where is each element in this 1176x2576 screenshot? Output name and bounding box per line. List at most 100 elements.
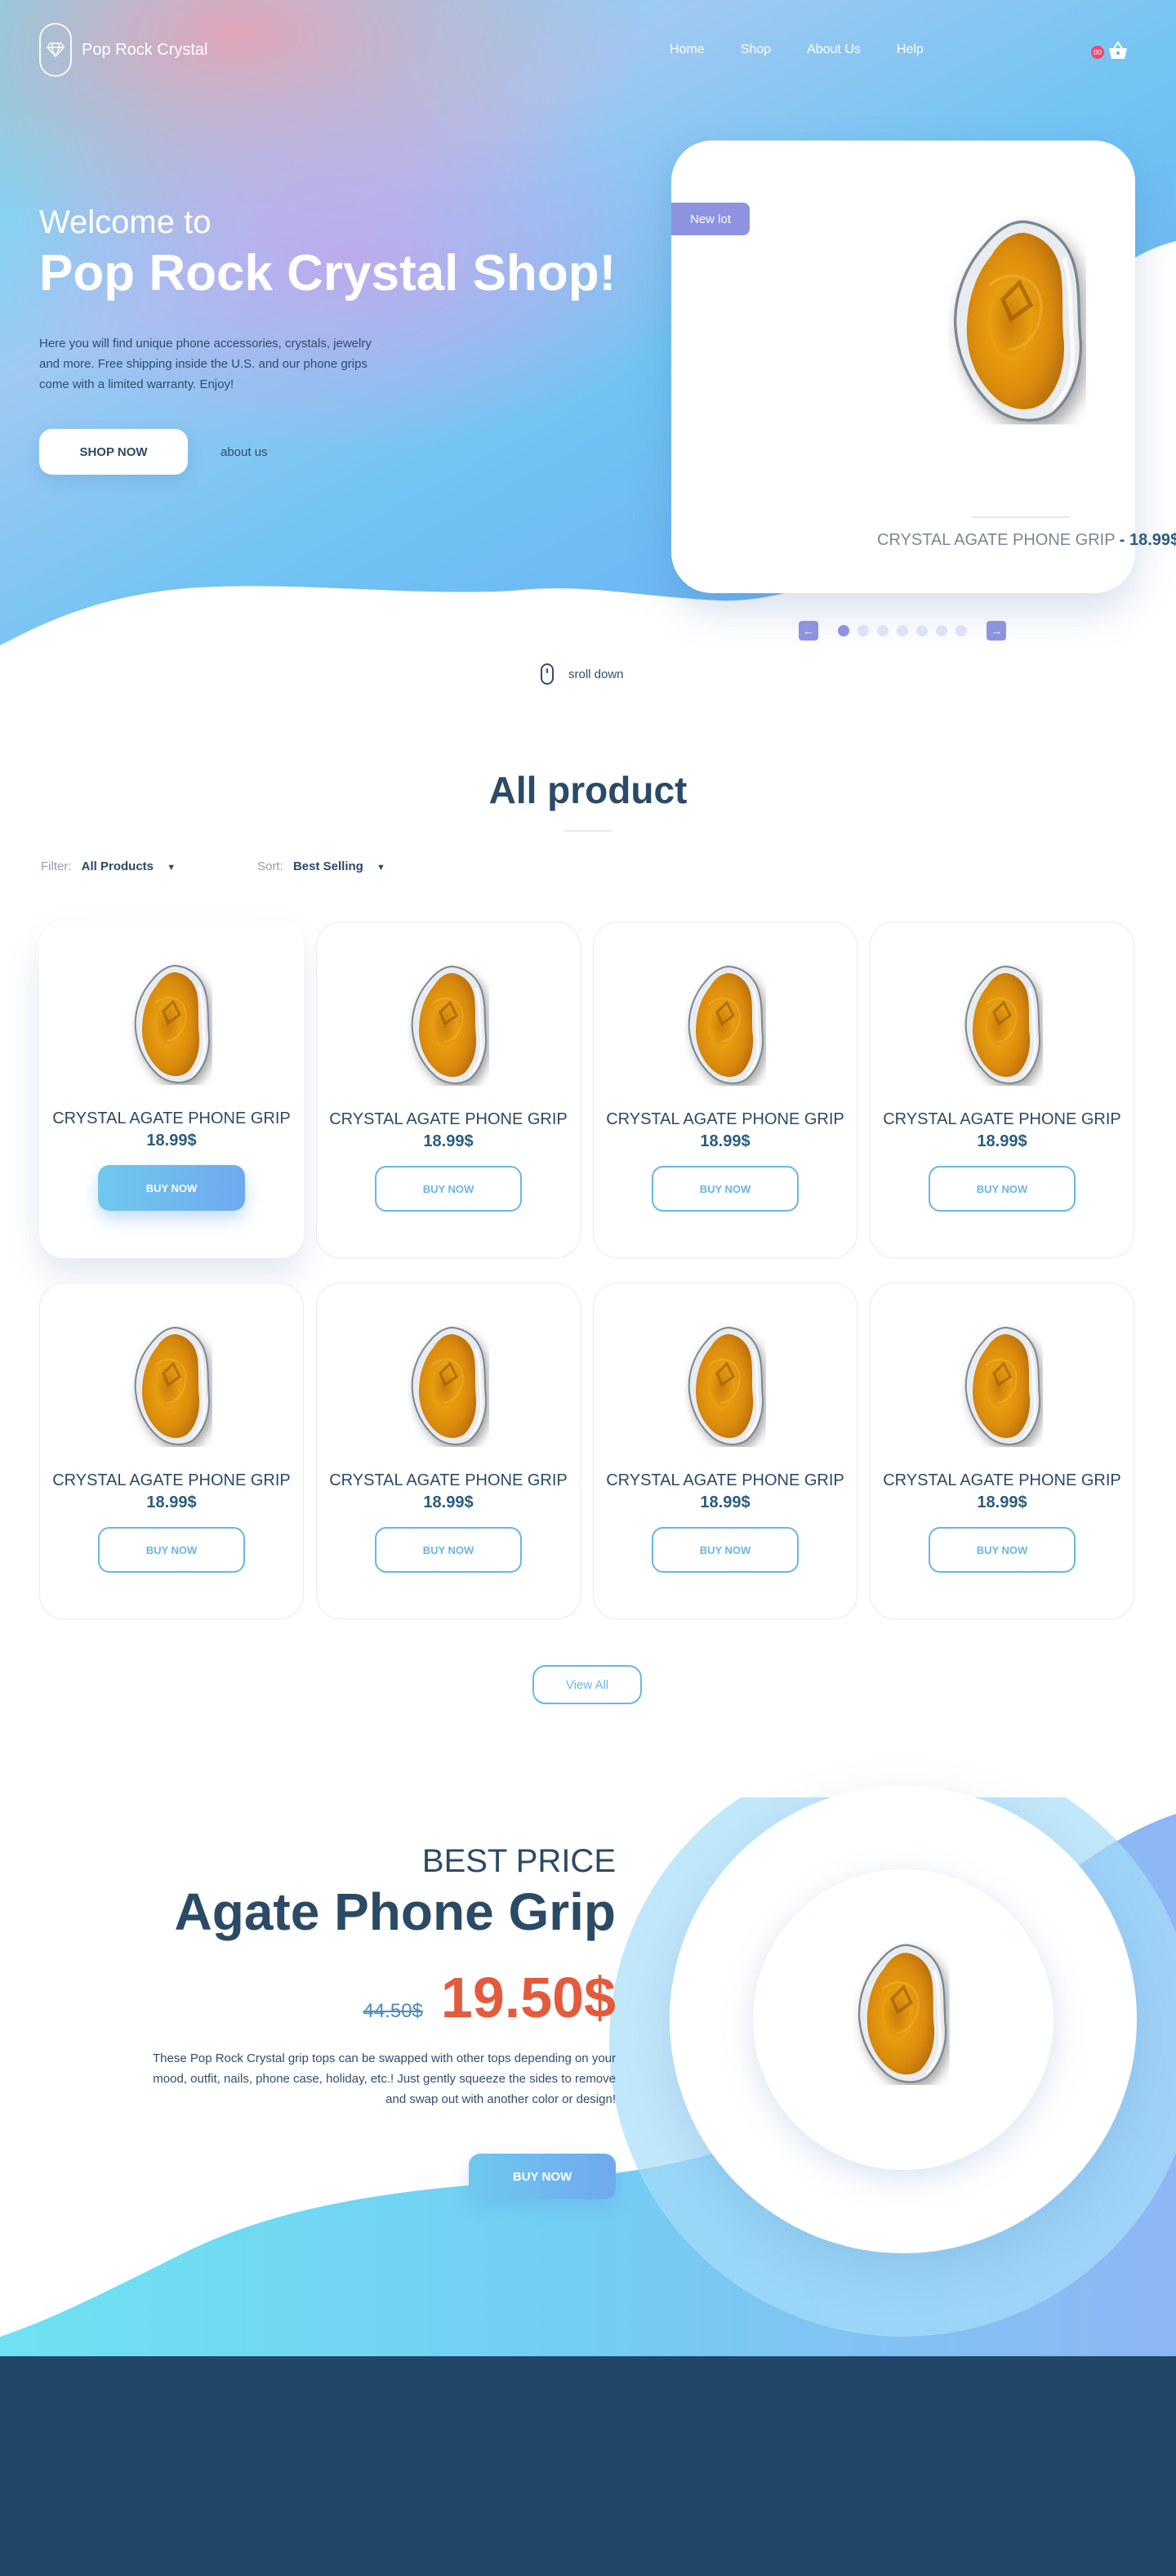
product-name: CRYSTAL AGATE PHONE GRIP (52, 1109, 291, 1127)
best-price-label: BEST PRICE (421, 1843, 616, 1879)
diamond-icon (39, 23, 72, 77)
nav-links: Home Shop About Us Help (670, 42, 924, 57)
basket-icon (1109, 41, 1127, 59)
sort-label: Sort: (257, 859, 283, 873)
sort-dropdown[interactable]: Sort: Best Selling ▼ (257, 859, 385, 873)
hero-description: Here you will find unique phone accessor… (39, 337, 372, 391)
product-card[interactable]: CRYSTAL AGATE PHONE GRIP 18.99$ BUY NOW (316, 1283, 581, 1619)
product-image (957, 1324, 1047, 1447)
best-price-description: These Pop Rock Crystal grip tops can be … (153, 2051, 616, 2106)
featured-product-name: CRYSTAL AGATE PHONE GRIP (877, 531, 1116, 549)
scroll-down-hint[interactable]: sroll down (541, 663, 624, 685)
footer (0, 2356, 1176, 2576)
product-image (403, 1324, 493, 1447)
nav-shop[interactable]: Shop (741, 42, 771, 57)
brand-name: Pop Rock Crystal (82, 40, 208, 59)
nav-about-us[interactable]: About Us (807, 42, 861, 57)
product-name: CRYSTAL AGATE PHONE GRIP (329, 1471, 568, 1489)
caret-down-icon: ▼ (376, 863, 385, 873)
buy-now-button[interactable]: BUY NOW (652, 1166, 799, 1212)
product-name: CRYSTAL AGATE PHONE GRIP (883, 1471, 1121, 1489)
cart-button[interactable]: 00 (1091, 41, 1127, 64)
product-price: 18.99$ (146, 1132, 197, 1150)
filter-value: All Products (81, 859, 154, 873)
sale-price: 19.50$ (440, 1966, 616, 2029)
cart-count-badge: 00 (1091, 46, 1104, 59)
view-all-button[interactable]: View All (532, 1665, 642, 1704)
top-navigation: Pop Rock Crystal Home Shop About Us Help… (0, 0, 1176, 106)
slider-dot[interactable] (858, 625, 869, 636)
product-card[interactable]: CRYSTAL AGATE PHONE GRIP 18.99$ BUY NOW (39, 1283, 304, 1619)
arrow-right-icon[interactable]: → (987, 621, 1006, 641)
product-grid: CRYSTAL AGATE PHONE GRIP 18.99$ BUY NOW … (39, 922, 1134, 1619)
old-price: 44.50$ (363, 2000, 423, 2022)
product-card[interactable]: CRYSTAL AGATE PHONE GRIP 18.99$ BUY NOW (593, 922, 858, 1258)
agate-stone-image (947, 214, 1086, 426)
product-name: CRYSTAL AGATE PHONE GRIP (329, 1110, 568, 1128)
product-price: 18.99$ (700, 1493, 751, 1511)
nav-home[interactable]: Home (670, 42, 705, 57)
hero-text: Welcome to Pop Rock Crystal Shop! Here y… (39, 204, 644, 475)
buy-now-button[interactable]: BUY NOW (929, 1527, 1076, 1573)
arrow-left-icon[interactable]: ← (799, 621, 818, 641)
slider-controls: ← → (799, 621, 1006, 641)
products-title: All product (488, 769, 688, 811)
product-name: CRYSTAL AGATE PHONE GRIP (606, 1471, 844, 1489)
buy-now-button[interactable]: BUY NOW (98, 1165, 245, 1211)
product-image (680, 1324, 770, 1447)
product-name: CRYSTAL AGATE PHONE GRIP (883, 1110, 1121, 1128)
featured-product-caption: CRYSTAL AGATE PHONE GRIP - 18.99$ (877, 531, 1176, 550)
product-price: 18.99$ (700, 1132, 751, 1150)
filter-dropdown[interactable]: Filter: All Products ▼ (41, 859, 176, 873)
best-price-prices: 44.50$ 19.50$ (147, 1965, 616, 2030)
sort-value: Best Selling (292, 859, 363, 873)
product-card[interactable]: CRYSTAL AGATE PHONE GRIP 18.99$ BUY NOW (870, 922, 1134, 1258)
hero-title: Pop Rock Crystal Shop! (39, 245, 617, 301)
slider-dot[interactable] (897, 625, 908, 636)
title-divider (564, 830, 612, 832)
caret-down-icon: ▼ (167, 863, 176, 873)
buy-now-button[interactable]: BUY NOW (98, 1527, 245, 1573)
best-price-product-image (853, 1941, 951, 2085)
product-card[interactable]: CRYSTAL AGATE PHONE GRIP 18.99$ BUY NOW (870, 1283, 1134, 1619)
hero-welcome: Welcome to (39, 204, 212, 240)
hero-actions: SHOP NOW about us (39, 429, 644, 475)
filter-bar: Filter: All Products ▼ Sort: Best Sellin… (41, 859, 385, 873)
slider-dots (838, 625, 967, 636)
product-name: CRYSTAL AGATE PHONE GRIP (52, 1471, 291, 1489)
shop-now-button[interactable]: SHOP NOW (39, 429, 188, 475)
slider-dot[interactable] (877, 625, 889, 636)
product-image (680, 963, 770, 1086)
product-image (127, 1324, 216, 1447)
product-card[interactable]: CRYSTAL AGATE PHONE GRIP 18.99$ BUY NOW (39, 922, 304, 1258)
product-name: CRYSTAL AGATE PHONE GRIP (606, 1110, 844, 1128)
mouse-icon (541, 663, 554, 685)
buy-now-button[interactable]: BUY NOW (375, 1166, 522, 1212)
product-price: 18.99$ (146, 1493, 197, 1511)
slider-dot[interactable] (956, 625, 967, 636)
buy-now-button[interactable]: BUY NOW (652, 1527, 799, 1573)
brand-logo[interactable]: Pop Rock Crystal (39, 23, 208, 77)
buy-now-button[interactable]: BUY NOW (929, 1166, 1076, 1212)
product-price: 18.99$ (423, 1493, 474, 1511)
filter-label: Filter: (41, 859, 72, 873)
product-price: 18.99$ (977, 1493, 1027, 1511)
slider-dot[interactable] (936, 625, 947, 636)
slider-dot[interactable] (838, 625, 849, 636)
best-price-section: BEST PRICE Agate Phone Grip 44.50$ 19.50… (147, 1843, 616, 2109)
product-card[interactable]: CRYSTAL AGATE PHONE GRIP 18.99$ BUY NOW (316, 922, 581, 1258)
new-lot-badge: New lot (671, 203, 750, 235)
nav-help[interactable]: Help (897, 42, 924, 57)
product-card[interactable]: CRYSTAL AGATE PHONE GRIP 18.99$ BUY NOW (593, 1283, 858, 1619)
product-image (403, 963, 493, 1086)
card-divider (972, 516, 1070, 518)
featured-product-price: - 18.99$ (1119, 531, 1176, 549)
buy-now-button[interactable]: BUY NOW (375, 1527, 522, 1573)
product-price: 18.99$ (423, 1132, 474, 1150)
about-us-link[interactable]: about us (220, 445, 268, 459)
best-price-product-name: Agate Phone Grip (174, 1882, 617, 1941)
product-price: 18.99$ (977, 1132, 1027, 1150)
product-image (957, 963, 1047, 1086)
slider-dot[interactable] (916, 625, 928, 636)
best-price-buy-button[interactable]: BUY NOW (469, 2154, 616, 2199)
